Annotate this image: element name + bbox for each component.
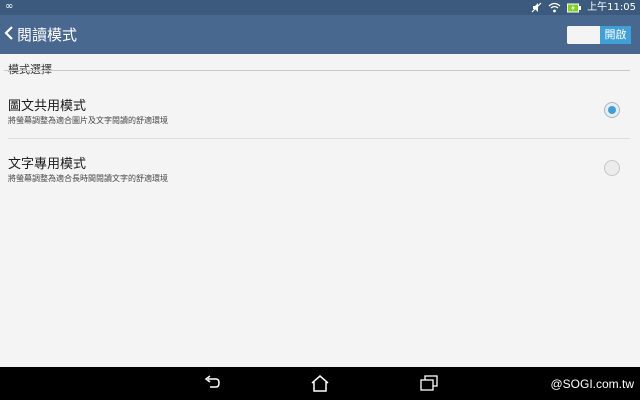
wifi-icon (548, 2, 561, 13)
option-divider (8, 138, 630, 139)
action-bar: 閱讀模式 開啟 (0, 15, 640, 54)
toggle-track (567, 26, 600, 44)
status-icons: 上午11:05 (531, 0, 636, 15)
watermark: @SOGI.com.tw (550, 377, 634, 391)
toggle-on-label: 開啟 (600, 26, 631, 44)
option-title: 文字專用模式 (8, 157, 87, 172)
back-button[interactable]: 閱讀模式 (4, 15, 77, 54)
clock: 上午11:05 (587, 2, 636, 13)
battery-charging-icon (567, 3, 582, 13)
section-header: 模式選擇 (8, 63, 52, 76)
option-subtitle: 將螢幕調整為適合圖片及文字閱讀的舒適環境 (8, 116, 168, 125)
recent-apps-icon[interactable] (420, 375, 438, 395)
chevron-left-icon (4, 25, 14, 45)
home-icon[interactable] (310, 375, 330, 396)
option-text-only-mode[interactable]: 文字專用模式 將螢幕調整為適合長時間閱讀文字的舒適環境 (0, 153, 640, 209)
mute-icon (531, 2, 542, 13)
status-bar: ∞ 上午11:05 (0, 0, 640, 15)
navigation-bar: @SOGI.com.tw (0, 367, 640, 400)
radio-button-selected[interactable] (604, 102, 620, 118)
radio-button[interactable] (604, 160, 620, 176)
infinity-icon: ∞ (5, 1, 13, 12)
option-image-text-mode[interactable]: 圖文共用模式 將螢幕調整為適合圖片及文字閱讀的舒適環境 (0, 95, 640, 151)
option-title: 圖文共用模式 (8, 99, 87, 114)
reading-mode-toggle[interactable]: 開啟 (567, 26, 631, 44)
option-subtitle: 將螢幕調整為適合長時間閱讀文字的舒適環境 (8, 174, 168, 183)
section-divider (4, 70, 630, 71)
page-title: 閱讀模式 (17, 26, 78, 44)
back-icon[interactable] (203, 375, 221, 395)
